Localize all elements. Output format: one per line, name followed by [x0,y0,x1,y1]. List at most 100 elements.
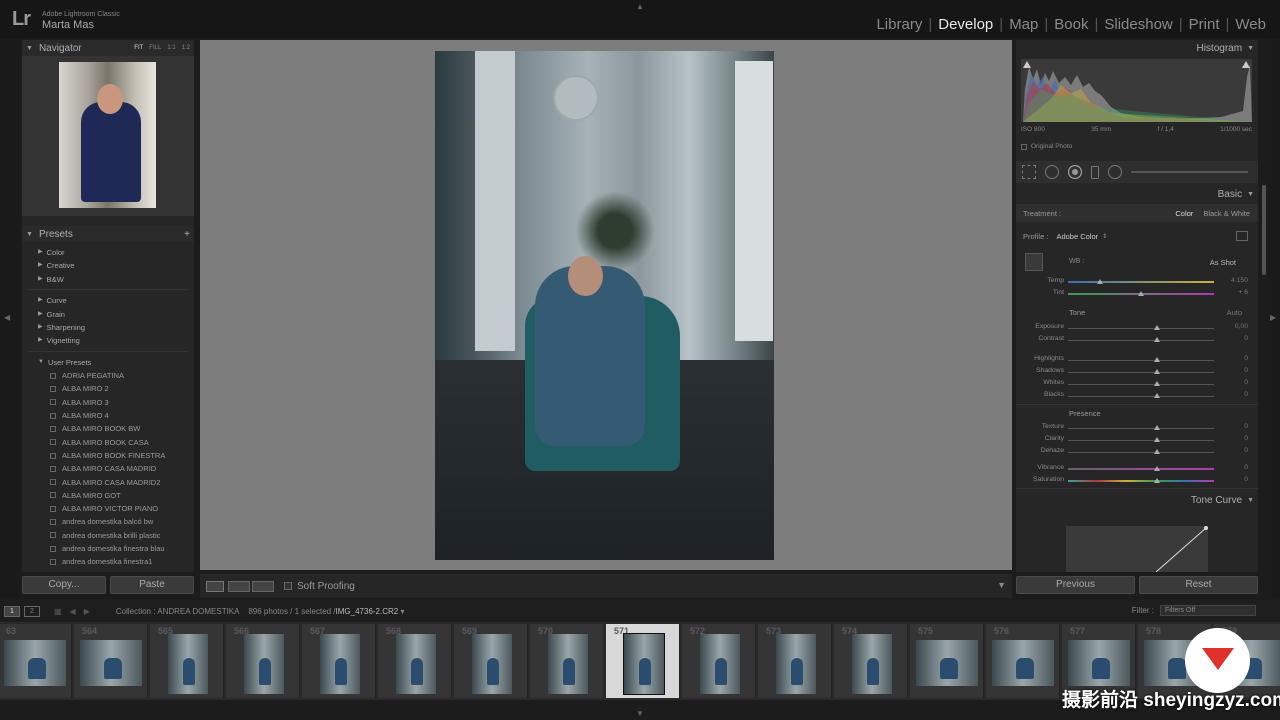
blacks-value[interactable]: 0 [1244,391,1248,398]
blacks-slider[interactable]: Blacks 0 [1016,390,1258,402]
preset-group-color[interactable]: ▶ Color [22,246,194,259]
exposure-track[interactable] [1068,328,1214,329]
treatment-bw[interactable]: Black & White [1203,209,1250,218]
vibrance-knob[interactable] [1154,466,1161,471]
graduated-filter-icon[interactable] [1091,165,1099,179]
temp-track[interactable] [1068,281,1214,283]
preset-group-creative[interactable]: ▶ Creative [22,259,194,272]
paste-button[interactable]: Paste [110,576,194,594]
red-eye-icon[interactable] [1068,165,1082,179]
texture-knob[interactable] [1154,425,1161,430]
module-web[interactable]: Web [1229,16,1272,33]
zoom-fit[interactable]: FIT [134,45,143,51]
preset-group-grain[interactable]: ▶ Grain [22,308,194,321]
whites-track[interactable] [1068,384,1214,385]
preset-group-bw[interactable]: ▶ B&W [22,273,194,286]
reset-button[interactable]: Reset [1139,576,1258,594]
contrast-value[interactable]: 0 [1244,335,1248,342]
exposure-knob[interactable] [1154,325,1161,330]
wb-select[interactable]: As Shot [1210,258,1236,267]
user-preset-item[interactable]: ALBA MIRO GOT [22,489,194,502]
shadows-slider[interactable]: Shadows 0 [1016,366,1258,378]
module-slideshow[interactable]: Slideshow [1098,16,1178,33]
blacks-knob[interactable] [1154,393,1161,398]
spot-removal-icon[interactable] [1045,165,1059,179]
module-develop[interactable]: Develop [932,16,999,33]
user-preset-item[interactable]: ADRIA PEGATINA [22,369,194,382]
filmstrip-thumbnail[interactable]: 566 [226,624,300,698]
zoom-1-2[interactable]: 1:2 [182,45,190,51]
user-preset-item[interactable]: ALBA MIRO BOOK FINESTRA [22,449,194,462]
exposure-value[interactable]: 0,00 [1235,323,1248,330]
navigator-header[interactable]: ▼ Navigator FIT FILL 1:1 1:2 [22,40,194,56]
tint-value[interactable]: + 6 [1238,289,1248,296]
vibrance-slider[interactable]: Vibrance 0 [1016,463,1258,475]
saturation-slider[interactable]: Saturation 0 [1016,475,1258,487]
temp-knob[interactable] [1097,279,1104,284]
temp-value[interactable]: 4.150 [1231,277,1248,284]
profile-browser-icon[interactable] [1236,231,1248,241]
original-photo-toggle[interactable]: Original Photo [1021,143,1072,150]
collapse-bottom-arrow-icon[interactable]: ▼ [636,709,644,718]
main-window-button[interactable]: 1 [4,605,20,617]
brush-slider[interactable] [1131,171,1248,173]
filter-select[interactable]: Filters Off [1160,605,1256,616]
contrast-slider[interactable]: Contrast 0 [1016,334,1258,346]
radial-filter-icon[interactable] [1108,165,1122,179]
dehaze-slider[interactable]: Dehaze 0 [1016,446,1258,458]
user-preset-item[interactable]: ALBA MIRO VICTOR PIANO [22,502,194,515]
blacks-track[interactable] [1068,396,1214,397]
tone-curve-header[interactable]: Tone Curve ▼ [1016,492,1258,508]
filmstrip-thumbnail[interactable]: 568 [378,624,452,698]
whites-slider[interactable]: Whites 0 [1016,378,1258,390]
collapse-left-arrow-icon[interactable]: ◀ [4,313,10,322]
dehaze-knob[interactable] [1154,449,1161,454]
preset-group-vignetting[interactable]: ▶ Vignetting [22,334,194,347]
highlights-slider[interactable]: Highlights 0 [1016,354,1258,366]
user-preset-item[interactable]: andrea domestika finestra1 [22,555,194,568]
contrast-track[interactable] [1068,340,1214,341]
filmstrip-thumbnail[interactable]: 573 [758,624,832,698]
whites-value[interactable]: 0 [1244,379,1248,386]
right-panel-scrollbar[interactable] [1262,185,1266,275]
filmstrip-thumbnail[interactable]: 63 [0,624,72,698]
histogram-header[interactable]: Histogram ▼ [1016,40,1258,56]
swap-before-after-icon[interactable] [252,580,274,592]
filmstrip-thumbnail[interactable]: 570 [530,624,604,698]
zoom-fill[interactable]: FILL [149,45,161,51]
highlights-value[interactable]: 0 [1244,355,1248,362]
module-book[interactable]: Book [1048,16,1094,33]
tint-slider[interactable]: Tint + 6 [1016,288,1258,300]
filmstrip-thumbnail[interactable]: 569 [454,624,528,698]
temp-slider[interactable]: Temp 4.150 [1016,276,1258,288]
user-preset-item[interactable]: andrea domestika finestra blau [22,542,194,555]
toolbar-menu-chevron-icon[interactable]: ▼ [997,580,1006,590]
filmstrip-thumbnail[interactable]: 565 [150,624,224,698]
texture-value[interactable]: 0 [1244,423,1248,430]
shadows-track[interactable] [1068,372,1214,373]
preset-group-sharpening[interactable]: ▶ Sharpening [22,321,194,334]
navigator-preview[interactable] [22,56,194,216]
copy-button[interactable]: Copy... [22,576,106,594]
saturation-knob[interactable] [1154,478,1161,483]
highlights-track[interactable] [1068,360,1214,361]
texture-track[interactable] [1068,428,1214,429]
collapse-top-arrow-icon[interactable]: ▲ [636,2,644,11]
user-preset-item[interactable]: ALBA MIRO CASA MADRID [22,462,194,475]
highlights-knob[interactable] [1154,357,1161,362]
image-canvas[interactable] [200,40,1012,570]
preset-group-curve[interactable]: ▶ Curve [22,294,194,307]
soft-proofing-checkbox[interactable] [284,582,292,590]
crop-icon[interactable] [1022,165,1036,179]
user-preset-item[interactable]: ALBA MIRO BOOK CASA [22,436,194,449]
before-after-icon[interactable] [228,580,250,592]
user-preset-item[interactable]: andrea domestika brilli plastic [22,529,194,542]
filmstrip-thumbnail[interactable]: 567 [302,624,376,698]
preset-group-user[interactable]: ▼ User Presets [22,356,194,369]
shadows-value[interactable]: 0 [1244,367,1248,374]
user-preset-item[interactable]: ALBA MIRO BOOK BW [22,422,194,435]
shadows-knob[interactable] [1154,369,1161,374]
previous-button[interactable]: Previous [1016,576,1135,594]
source-path[interactable]: Collection : ANDREA DOMESTIKA 896 photos… [116,607,405,616]
basic-header[interactable]: Basic ▼ [1016,186,1258,202]
